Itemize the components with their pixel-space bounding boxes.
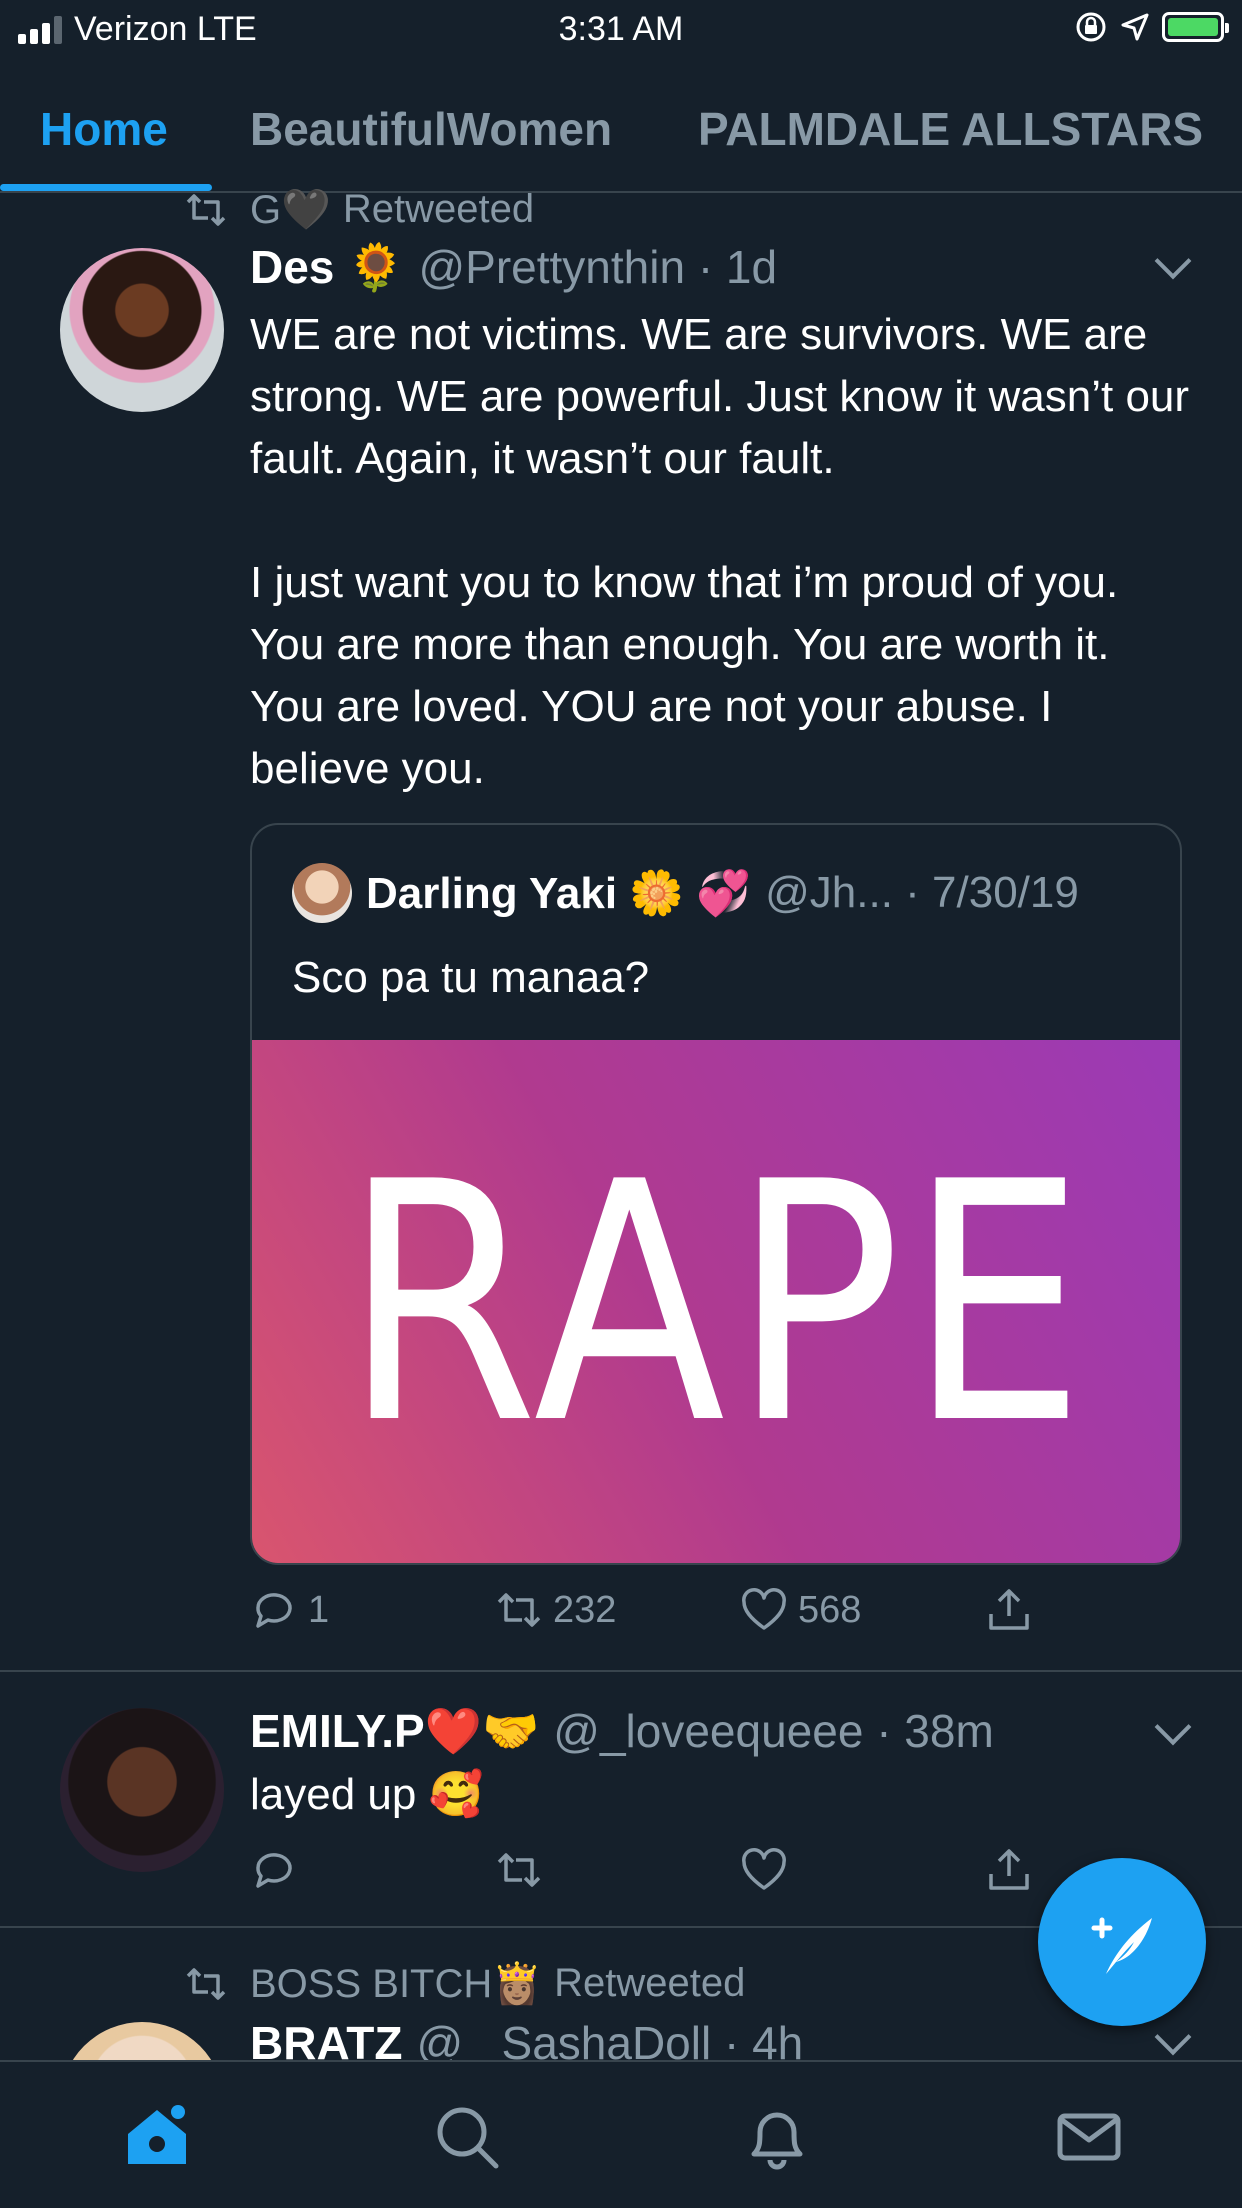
retweet-icon bbox=[497, 1593, 541, 1627]
tweet-actions bbox=[250, 1846, 1070, 1906]
retweeter-name: G🖤 bbox=[250, 188, 331, 232]
retweet-button[interactable]: 232 bbox=[495, 1586, 616, 1634]
tweet-actions: 1 232 568 bbox=[250, 1586, 1070, 1646]
lock-rotation-icon bbox=[1076, 12, 1106, 42]
avatar[interactable] bbox=[60, 248, 224, 412]
reply-icon bbox=[256, 1593, 292, 1628]
battery-icon bbox=[1162, 12, 1229, 42]
like-button[interactable]: 568 bbox=[740, 1586, 861, 1634]
retweet-count: 232 bbox=[553, 1588, 617, 1631]
retweeted-label: Retweeted bbox=[342, 187, 535, 231]
nav-search[interactable] bbox=[432, 2102, 502, 2172]
quote-author-name: Darling Yaki 🌼 💞 bbox=[366, 869, 752, 918]
quote-text: Sco pa tu manaa? bbox=[292, 953, 650, 1002]
share-button[interactable] bbox=[985, 1586, 1033, 1634]
chevron-down-icon[interactable] bbox=[1154, 242, 1192, 280]
share-icon bbox=[989, 1589, 1029, 1630]
retweeted-by: G🖤 Retweeted bbox=[250, 186, 534, 233]
divider bbox=[0, 1670, 1242, 1672]
compose-button[interactable] bbox=[1038, 1858, 1206, 2026]
nav-notifications[interactable] bbox=[742, 2102, 812, 2172]
search-icon bbox=[437, 2107, 499, 2169]
compose-icon bbox=[1091, 1917, 1152, 1974]
share-icon bbox=[989, 1849, 1029, 1890]
status-time: 3:31 AM bbox=[558, 10, 684, 48]
quoted-tweet[interactable]: Darling Yaki 🌼 💞 @Jh... · 7/30/19 Sco pa… bbox=[250, 823, 1182, 1565]
reply-button[interactable] bbox=[250, 1846, 298, 1894]
tab-indicator bbox=[0, 184, 212, 191]
quote-author-handle: @Jh... · 7/30/19 bbox=[765, 868, 1079, 917]
quote-image-text: RAPE bbox=[343, 1111, 1093, 1496]
tweet-header: EMILY.P❤️🤝 @_loveequeee · 38m bbox=[250, 1704, 994, 1759]
chevron-down-icon[interactable] bbox=[1154, 2018, 1192, 2056]
tweet-text: WE are not victims. WE are survivors. WE… bbox=[250, 310, 1190, 793]
reply-button[interactable]: 1 bbox=[250, 1586, 329, 1634]
quote-avatar bbox=[292, 863, 352, 923]
reply-icon bbox=[256, 1853, 292, 1888]
quote-header: Darling Yaki 🌼 💞 @Jh... · 7/30/19 bbox=[292, 863, 1079, 923]
tab-palmdale-allstars[interactable]: PALMDALE ALLSTARS bbox=[698, 102, 1203, 156]
chevron-down-icon[interactable] bbox=[1154, 1708, 1192, 1746]
like-icon bbox=[742, 1848, 786, 1890]
like-button[interactable] bbox=[740, 1846, 788, 1894]
tab-beautifulwomen[interactable]: BeautifulWomen bbox=[250, 102, 612, 156]
retweeted-label: Retweeted bbox=[554, 1961, 746, 2005]
author-handle: @Prettynthin · 1d bbox=[418, 241, 778, 293]
author-name[interactable]: Des 🌻 bbox=[250, 240, 404, 295]
retweet-icon bbox=[497, 1853, 541, 1887]
retweet-button[interactable] bbox=[495, 1846, 543, 1894]
tweet-header: Des 🌻 @Prettynthin · 1d bbox=[250, 240, 777, 295]
tweet-text: layed up 🥰 bbox=[250, 1770, 484, 1819]
quote-image[interactable]: RAPE bbox=[252, 1040, 1180, 1563]
status-bar: Verizon LTE 3:31 AM bbox=[0, 0, 1242, 62]
share-button[interactable] bbox=[985, 1846, 1033, 1894]
notifications-icon bbox=[751, 2112, 803, 2170]
reply-count: 1 bbox=[308, 1588, 330, 1631]
author-name[interactable]: EMILY.P❤️🤝 bbox=[250, 1704, 539, 1759]
messages-icon bbox=[1057, 2113, 1121, 2161]
author-handle: @_loveequeee · 38m bbox=[553, 1705, 994, 1757]
location-icon bbox=[1121, 13, 1149, 41]
retweeted-by: BOSS BITCH👸🏽 Retweeted bbox=[250, 1960, 745, 2007]
like-icon bbox=[742, 1588, 786, 1630]
tab-home[interactable]: Home bbox=[40, 102, 168, 156]
retweeter-name: BOSS BITCH👸🏽 bbox=[250, 1962, 543, 2006]
retweet-icon bbox=[186, 194, 226, 226]
avatar[interactable] bbox=[60, 1708, 224, 1872]
like-count: 568 bbox=[798, 1588, 862, 1631]
retweet-icon bbox=[186, 1968, 226, 2000]
top-tabs: Home BeautifulWomen PALMDALE ALLSTARS bbox=[0, 88, 1242, 193]
nav-home[interactable] bbox=[122, 2102, 192, 2172]
status-right-group bbox=[1074, 10, 1229, 44]
nav-messages[interactable] bbox=[1054, 2102, 1124, 2172]
home-icon bbox=[128, 2105, 186, 2164]
bottom-nav bbox=[0, 2060, 1242, 2208]
